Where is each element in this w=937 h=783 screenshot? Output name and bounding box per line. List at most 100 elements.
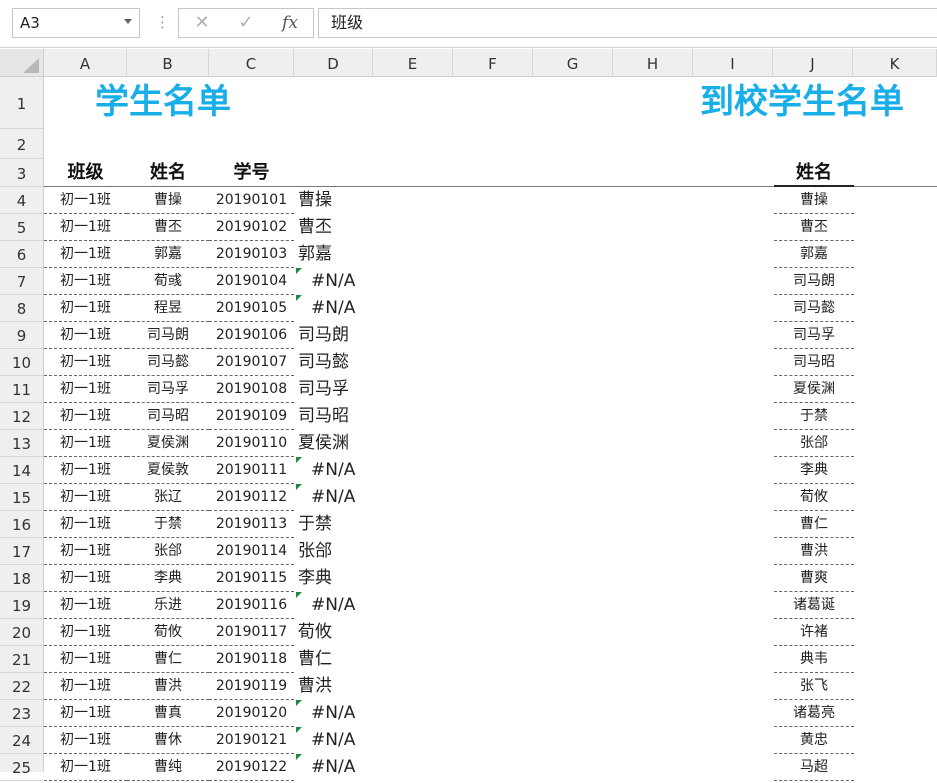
- cell-name[interactable]: 程昱: [127, 295, 209, 322]
- cell-arrived-name[interactable]: 荀攸: [774, 484, 854, 511]
- cell-name[interactable]: 司马昭: [127, 403, 209, 430]
- cell-lookup-error[interactable]: #N/A: [296, 484, 408, 511]
- cell-lookup-result[interactable]: 曹仁: [296, 646, 408, 673]
- cell-lookup-error[interactable]: #N/A: [296, 592, 408, 619]
- cell-name[interactable]: 荀彧: [127, 268, 209, 295]
- cell-student-id[interactable]: 20190120: [209, 700, 294, 727]
- cell-class[interactable]: 初一1班: [44, 673, 127, 700]
- cell-name[interactable]: 司马孚: [127, 376, 209, 403]
- cell-arrived-name[interactable]: 典韦: [774, 646, 854, 673]
- cell-class[interactable]: 初一1班: [44, 457, 127, 484]
- cell-class[interactable]: 初一1班: [44, 700, 127, 727]
- cell-student-id[interactable]: 20190118: [209, 646, 294, 673]
- cell-class[interactable]: 初一1班: [44, 295, 127, 322]
- cell-name[interactable]: 司马懿: [127, 349, 209, 376]
- cell-student-id[interactable]: 20190111: [209, 457, 294, 484]
- cell-student-id[interactable]: 20190116: [209, 592, 294, 619]
- cell-class[interactable]: 初一1班: [44, 376, 127, 403]
- cell-student-id[interactable]: 20190113: [209, 511, 294, 538]
- error-indicator-icon[interactable]: [296, 295, 302, 301]
- cell-lookup-error[interactable]: #N/A: [296, 457, 408, 484]
- error-indicator-icon[interactable]: [296, 592, 302, 598]
- header-class[interactable]: 班级: [44, 159, 127, 186]
- cell-lookup-result[interactable]: 司马懿: [296, 349, 408, 376]
- error-indicator-icon[interactable]: [296, 727, 302, 733]
- cell-class[interactable]: 初一1班: [44, 538, 127, 565]
- error-indicator-icon[interactable]: [296, 268, 302, 274]
- cell-name[interactable]: 曹操: [127, 187, 209, 214]
- cell-arrived-name[interactable]: 诸葛诞: [774, 592, 854, 619]
- cell-arrived-name[interactable]: 曹仁: [774, 511, 854, 538]
- cell-lookup-error[interactable]: #N/A: [296, 268, 408, 295]
- cell-lookup-error[interactable]: #N/A: [296, 295, 408, 322]
- cell-class[interactable]: 初一1班: [44, 727, 127, 754]
- cell-student-id[interactable]: 20190103: [209, 241, 294, 268]
- cell-name[interactable]: 张辽: [127, 484, 209, 511]
- cell-lookup-result[interactable]: 司马朗: [296, 322, 408, 349]
- cell-name[interactable]: 荀攸: [127, 619, 209, 646]
- cell-class[interactable]: 初一1班: [44, 592, 127, 619]
- error-indicator-icon[interactable]: [296, 700, 302, 706]
- cell-name[interactable]: 曹休: [127, 727, 209, 754]
- cell-arrived-name[interactable]: 曹操: [774, 187, 854, 214]
- cell-student-id[interactable]: 20190101: [209, 187, 294, 214]
- cell-lookup-error[interactable]: #N/A: [296, 727, 408, 754]
- cell-arrived-name[interactable]: 马超: [774, 754, 854, 781]
- error-indicator-icon[interactable]: [296, 484, 302, 490]
- cell-class[interactable]: 初一1班: [44, 646, 127, 673]
- cell-student-id[interactable]: 20190115: [209, 565, 294, 592]
- cell-class[interactable]: 初一1班: [44, 484, 127, 511]
- cell-class[interactable]: 初一1班: [44, 268, 127, 295]
- cell-class[interactable]: 初一1班: [44, 511, 127, 538]
- header-name[interactable]: 姓名: [127, 159, 209, 186]
- cell-lookup-result[interactable]: 夏侯渊: [296, 430, 408, 457]
- cell-student-id[interactable]: 20190121: [209, 727, 294, 754]
- cell-class[interactable]: 初一1班: [44, 754, 127, 781]
- cell-name[interactable]: 夏侯渊: [127, 430, 209, 457]
- cell-student-id[interactable]: 20190102: [209, 214, 294, 241]
- cell-lookup-result[interactable]: 司马昭: [296, 403, 408, 430]
- cell-student-id[interactable]: 20190104: [209, 268, 294, 295]
- cell-name[interactable]: 曹洪: [127, 673, 209, 700]
- cell-arrived-name[interactable]: 夏侯渊: [774, 376, 854, 403]
- cell-arrived-name[interactable]: 曹爽: [774, 565, 854, 592]
- cell-arrived-name[interactable]: 曹丕: [774, 214, 854, 241]
- error-indicator-icon[interactable]: [296, 754, 302, 760]
- cell-lookup-result[interactable]: 李典: [296, 565, 408, 592]
- cell-lookup-result[interactable]: 荀攸: [296, 619, 408, 646]
- cell-name[interactable]: 郭嘉: [127, 241, 209, 268]
- header-arrived-name[interactable]: 姓名: [774, 159, 854, 186]
- cell-arrived-name[interactable]: 司马孚: [774, 322, 854, 349]
- cell-student-id[interactable]: 20190110: [209, 430, 294, 457]
- cell-student-id[interactable]: 20190109: [209, 403, 294, 430]
- header-id[interactable]: 学号: [209, 159, 294, 186]
- cell-name[interactable]: 于禁: [127, 511, 209, 538]
- cell-arrived-name[interactable]: 许褚: [774, 619, 854, 646]
- cell-student-id[interactable]: 20190106: [209, 322, 294, 349]
- cell-student-id[interactable]: 20190119: [209, 673, 294, 700]
- cell-student-id[interactable]: 20190122: [209, 754, 294, 781]
- cell-name[interactable]: 李典: [127, 565, 209, 592]
- cell-lookup-error[interactable]: #N/A: [296, 700, 408, 727]
- cell-lookup-result[interactable]: 司马孚: [296, 376, 408, 403]
- cell-name[interactable]: 曹真: [127, 700, 209, 727]
- cell-class[interactable]: 初一1班: [44, 214, 127, 241]
- cell-name[interactable]: 乐进: [127, 592, 209, 619]
- cell-class[interactable]: 初一1班: [44, 619, 127, 646]
- cell-arrived-name[interactable]: 司马昭: [774, 349, 854, 376]
- cell-name[interactable]: 张郃: [127, 538, 209, 565]
- cell-class[interactable]: 初一1班: [44, 565, 127, 592]
- cell-name[interactable]: 司马朗: [127, 322, 209, 349]
- cell-class[interactable]: 初一1班: [44, 241, 127, 268]
- cell-class[interactable]: 初一1班: [44, 187, 127, 214]
- cell-arrived-name[interactable]: 郭嘉: [774, 241, 854, 268]
- cell-class[interactable]: 初一1班: [44, 403, 127, 430]
- cell-student-id[interactable]: 20190112: [209, 484, 294, 511]
- cell-lookup-result[interactable]: 郭嘉: [296, 241, 408, 268]
- cell-student-id[interactable]: 20190105: [209, 295, 294, 322]
- cell-lookup-error[interactable]: #N/A: [296, 754, 408, 781]
- cell-arrived-name[interactable]: 于禁: [774, 403, 854, 430]
- cell-class[interactable]: 初一1班: [44, 322, 127, 349]
- cell-arrived-name[interactable]: 张郃: [774, 430, 854, 457]
- cell-student-id[interactable]: 20190107: [209, 349, 294, 376]
